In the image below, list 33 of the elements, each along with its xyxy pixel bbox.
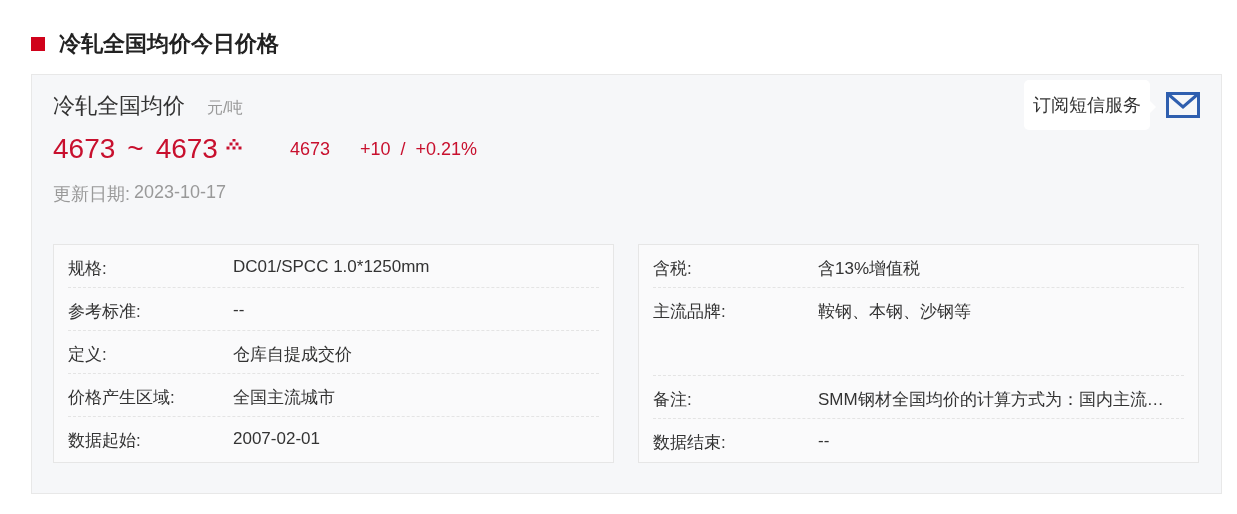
field-label: 参考标准: — [68, 301, 142, 323]
average-price: 4673 — [289, 138, 330, 160]
field-label: 备注: — [653, 389, 693, 411]
field-label: 价格产生区域: — [68, 387, 176, 409]
field-value: 仓库自提成交价 — [233, 344, 352, 366]
update-date: 2023-10-17 — [134, 182, 227, 204]
subscribe-tooltip: 订阅短信服务 — [1024, 80, 1150, 130]
field-value: 全国主流城市 — [233, 387, 335, 409]
section-title: 冷轧全国均价今日价格 — [59, 30, 279, 58]
price-high: 4673 — [155, 133, 218, 165]
price-low: 4673 — [53, 133, 116, 165]
field-value: 含13%增值税 — [818, 258, 921, 280]
field-value: -- — [233, 300, 245, 320]
field-label: 数据结束: — [653, 432, 727, 454]
field-label: 含税: — [653, 258, 693, 280]
field-value: SMM钢材全国均价的计算方式为：国内主流… — [818, 389, 1164, 411]
field-label: 定义: — [68, 344, 108, 366]
field-label: 数据起始: — [68, 430, 142, 452]
field-value: DC01/SPCC 1.0*1250mm — [233, 257, 430, 277]
update-label: 更新日期: — [53, 183, 130, 206]
mail-icon[interactable] — [1166, 92, 1200, 118]
range-separator: ~ — [127, 133, 144, 165]
price-unit: 元/吨 — [207, 98, 244, 118]
change-percent: +0.21% — [415, 138, 478, 160]
field-value: -- — [818, 431, 830, 451]
field-label: 规格: — [68, 258, 108, 280]
section-marker — [31, 37, 45, 51]
field-value: 2007-02-01 — [233, 429, 320, 449]
field-label: 主流品牌: — [653, 301, 727, 323]
product-name: 冷轧全国均价 — [53, 92, 185, 120]
price-change: +10 — [360, 138, 391, 160]
change-separator: / — [400, 138, 406, 160]
field-value: 鞍钢、本钢、沙钢等 — [818, 301, 971, 323]
